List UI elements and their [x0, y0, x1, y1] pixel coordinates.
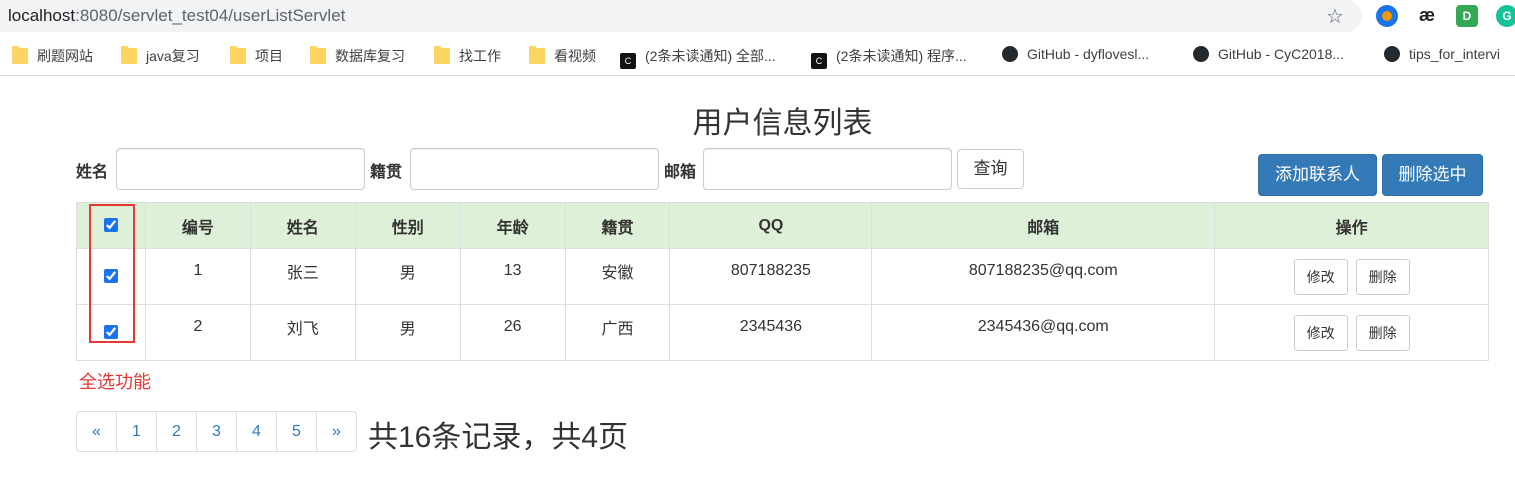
email-label: 邮箱: [664, 164, 697, 181]
bookmark-item[interactable]: tips_for_intervi: [1384, 46, 1500, 68]
add-contact-button[interactable]: 添加联系人: [1258, 154, 1377, 196]
bookmark-item[interactable]: 数据库复习: [310, 46, 405, 68]
delete-button[interactable]: 删除: [1355, 258, 1410, 295]
origin-label: 籍贯: [370, 164, 403, 181]
github-icon: [1384, 46, 1400, 62]
bookmark-item[interactable]: C (2条未读通知) 程序...: [811, 46, 967, 69]
email-input[interactable]: [703, 148, 952, 190]
d-extension-icon[interactable]: D: [1456, 5, 1478, 27]
column-header: 年龄: [459, 202, 566, 249]
delete-selected-button[interactable]: 删除选中: [1382, 154, 1483, 196]
query-button[interactable]: 查询: [957, 149, 1024, 189]
bookmark-item[interactable]: C (2条未读通知) 全部...: [620, 46, 776, 69]
github-icon: [1002, 46, 1018, 62]
bookmark-item[interactable]: GitHub - CyC2018...: [1193, 46, 1344, 68]
csdn-icon: C: [811, 53, 827, 69]
table-header-row: 编号 姓名 性别 年龄 籍贯 QQ 邮箱 操作: [76, 202, 1489, 249]
folder-icon: [310, 46, 326, 64]
qq-cell: 807188235: [669, 248, 873, 305]
user-table: 编号 姓名 性别 年龄 籍贯 QQ 邮箱 操作 1 张三 男 13 安徽 807…: [76, 202, 1489, 361]
delete-button[interactable]: 删除: [1355, 314, 1410, 351]
origin-cell: 广西: [564, 304, 671, 361]
pagination-summary: 共16条记录，共4页: [368, 421, 629, 454]
select-all-cell: [76, 202, 146, 249]
edit-button[interactable]: 修改: [1293, 314, 1348, 351]
bookmark-item[interactable]: 项目: [230, 46, 283, 68]
column-header: 邮箱: [871, 202, 1216, 249]
age-cell: 26: [459, 304, 566, 361]
email-cell: 807188235@qq.com: [871, 248, 1216, 305]
name-label: 姓名: [76, 164, 109, 181]
folder-icon: [529, 46, 545, 64]
bookmarks-bar: 刷题网站 java复习 项目 数据库复习 找工作 看视频 C (2条未读通知) 全…: [0, 38, 1515, 76]
bookmark-item[interactable]: 找工作: [434, 46, 501, 68]
name-cell: 刘飞: [249, 304, 356, 361]
bookmark-star-icon[interactable]: ☆: [1326, 4, 1344, 29]
origin-input[interactable]: [410, 148, 659, 190]
column-header: 编号: [144, 202, 251, 249]
gender-cell: 男: [354, 304, 461, 361]
column-header: QQ: [669, 202, 873, 249]
folder-icon: [230, 46, 246, 64]
grammarly-icon[interactable]: G: [1496, 5, 1515, 27]
extension-icon[interactable]: [1376, 5, 1398, 27]
table-row: 2 刘飞 男 26 广西 2345436 2345436@qq.com 修改 删除: [76, 304, 1489, 361]
browser-toolbar: localhost:8080/servlet_test04/userListSe…: [0, 0, 1515, 34]
table-row: 1 张三 男 13 安徽 807188235 807188235@qq.com …: [76, 248, 1489, 305]
column-header: 性别: [354, 202, 461, 249]
id-cell: 2: [144, 304, 251, 361]
address-bar[interactable]: localhost:8080/servlet_test04/userListSe…: [0, 0, 1362, 32]
row-select-cell: [76, 304, 146, 361]
page-link[interactable]: 2: [156, 411, 197, 452]
select-all-checkbox[interactable]: [103, 218, 118, 233]
pagination: « 1 2 3 4 5 »: [76, 411, 357, 452]
row-select-cell: [76, 248, 146, 305]
email-cell: 2345436@qq.com: [871, 304, 1216, 361]
bookmark-item[interactable]: 刷题网站: [12, 46, 93, 68]
page-title: 用户信息列表: [692, 107, 873, 140]
ae-extension-icon[interactable]: æ: [1416, 5, 1438, 27]
column-header: 操作: [1214, 202, 1489, 249]
bookmark-item[interactable]: java复习: [121, 46, 200, 68]
next-page-link[interactable]: »: [316, 411, 357, 452]
bookmark-item[interactable]: GitHub - dyflovesl...: [1002, 46, 1149, 68]
column-header: 籍贯: [564, 202, 671, 249]
name-cell: 张三: [249, 248, 356, 305]
folder-icon: [12, 46, 28, 64]
actions-cell: 修改 删除: [1214, 304, 1489, 361]
page-link[interactable]: 1: [116, 411, 157, 452]
url-text: localhost:8080/servlet_test04/userListSe…: [8, 6, 346, 25]
id-cell: 1: [144, 248, 251, 305]
edit-button[interactable]: 修改: [1293, 258, 1348, 295]
age-cell: 13: [459, 248, 566, 305]
prev-page-link[interactable]: «: [76, 411, 117, 452]
csdn-icon: C: [620, 53, 636, 69]
gender-cell: 男: [354, 248, 461, 305]
name-input[interactable]: [116, 148, 365, 190]
bookmark-item[interactable]: 看视频: [529, 46, 596, 68]
folder-icon: [121, 46, 137, 64]
column-header: 姓名: [249, 202, 356, 249]
select-all-annotation: 全选功能: [79, 372, 151, 392]
page-link[interactable]: 4: [236, 411, 277, 452]
folder-icon: [434, 46, 450, 64]
row-checkbox[interactable]: [103, 269, 118, 284]
github-icon: [1193, 46, 1209, 62]
origin-cell: 安徽: [564, 248, 671, 305]
row-checkbox[interactable]: [103, 325, 118, 340]
page-link[interactable]: 5: [276, 411, 317, 452]
actions-cell: 修改 删除: [1214, 248, 1489, 305]
qq-cell: 2345436: [669, 304, 873, 361]
page-link[interactable]: 3: [196, 411, 237, 452]
